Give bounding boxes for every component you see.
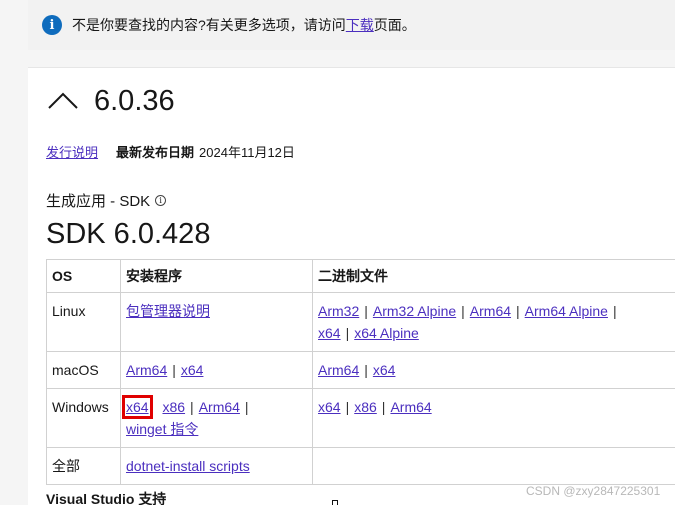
windows-binary-x86-link[interactable]: x86 <box>354 399 377 415</box>
chevron-up-icon[interactable] <box>46 84 80 118</box>
linux-arm64-alpine-link[interactable]: Arm64 Alpine <box>525 303 608 319</box>
version-header[interactable]: 6.0.36 <box>46 84 175 118</box>
release-date-label: 最新发布日期 <box>116 145 195 160</box>
release-meta: 发行说明 最新发布日期 2024年11月12日 <box>46 142 295 161</box>
header-os: OS <box>46 259 121 293</box>
macos-installer-arm64-link[interactable]: Arm64 <box>126 362 167 378</box>
notice-banner: i 不是你要查找的内容?有关更多选项，请访问 下载 页面。 <box>28 0 675 50</box>
binaries-cell: x64 | x86 | Arm64 <box>312 388 675 448</box>
windows-installer-x64-link[interactable]: x64 <box>122 395 153 419</box>
table-row-windows: Windows x64 x86 | Arm64 | winget 指令 x64 | x86 |… <box>46 388 675 448</box>
binaries-cell: Arm64 | x64 <box>312 351 675 389</box>
linux-x64-alpine-link[interactable]: x64 Alpine <box>354 325 419 341</box>
header-installer: 安装程序 <box>120 259 313 293</box>
windows-installer-arm64-link[interactable]: Arm64 <box>199 399 240 415</box>
table-row-macos: macOS Arm64 | x64 Arm64 | x64 <box>46 351 675 389</box>
table-row-linux: Linux 包管理器说明 Arm32 | Arm32 Alpine | Arm64 | Ar… <box>46 292 675 352</box>
linux-x64-link[interactable]: x64 <box>318 325 341 341</box>
table-header-row: OS 安装程序 二进制文件 <box>46 259 675 293</box>
release-version: 6.0.36 <box>94 84 175 117</box>
sdk-subheading-text: 生成应用 - SDK <box>46 193 151 210</box>
os-cell: 全部 <box>46 447 121 485</box>
release-notes-link[interactable]: 发行说明 <box>46 142 98 161</box>
windows-binary-x64-link[interactable]: x64 <box>318 399 341 415</box>
os-cell: macOS <box>46 351 121 389</box>
installer-cell: 包管理器说明 <box>120 292 313 352</box>
windows-binary-arm64-link[interactable]: Arm64 <box>390 399 431 415</box>
installer-cell: x64 x86 | Arm64 | winget 指令 <box>120 388 313 448</box>
linux-arm64-link[interactable]: Arm64 <box>470 303 511 319</box>
linux-package-manager-link[interactable]: 包管理器说明 <box>126 303 210 319</box>
mouse-cursor-icon <box>332 500 338 505</box>
installer-cell: dotnet-install scripts <box>120 447 313 485</box>
macos-installer-x64-link[interactable]: x64 <box>181 362 204 378</box>
header-binaries: 二进制文件 <box>312 259 675 293</box>
notice-suffix: 页面。 <box>373 17 416 33</box>
table-row-all: 全部 dotnet-install scripts <box>46 447 675 485</box>
sdk-downloads-table: OS 安装程序 二进制文件 Linux 包管理器说明 Arm32 | Arm32 A… <box>46 259 675 485</box>
sdk-subheading: 生成应用 - SDK i <box>46 190 167 211</box>
release-card: 6.0.36 发行说明 最新发布日期 2024年11月12日 生成应用 - SD… <box>28 67 675 505</box>
winget-link[interactable]: winget 指令 <box>126 421 198 437</box>
installer-cell: Arm64 | x64 <box>120 351 313 389</box>
os-cell: Windows <box>46 388 121 448</box>
binaries-cell <box>312 447 675 485</box>
macos-binary-arm64-link[interactable]: Arm64 <box>318 362 359 378</box>
info-icon[interactable]: i <box>155 195 167 206</box>
vs-support-heading: Visual Studio 支持 <box>46 491 167 505</box>
watermark: CSDN @zxy2847225301 <box>526 484 661 498</box>
dotnet-install-scripts-link[interactable]: dotnet-install scripts <box>126 458 250 474</box>
info-icon: i <box>42 15 62 35</box>
binaries-cell: Arm32 | Arm32 Alpine | Arm64 | Arm64 Alpine | x6… <box>312 292 675 352</box>
notice-text: 不是你要查找的内容?有关更多选项，请访问 <box>72 17 346 33</box>
download-page-link[interactable]: 下载 <box>346 15 374 35</box>
windows-installer-x86-link[interactable]: x86 <box>162 399 185 415</box>
linux-arm32-link[interactable]: Arm32 <box>318 303 359 319</box>
sdk-title: SDK 6.0.428 <box>46 218 211 250</box>
release-date: 2024年11月12日 <box>199 145 295 160</box>
linux-arm32-alpine-link[interactable]: Arm32 Alpine <box>373 303 456 319</box>
os-cell: Linux <box>46 292 121 352</box>
macos-binary-x64-link[interactable]: x64 <box>373 362 396 378</box>
